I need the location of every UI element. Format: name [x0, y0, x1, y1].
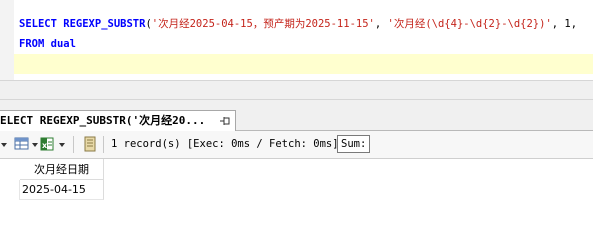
grid-view-dropdown-icon[interactable] — [31, 136, 39, 152]
record-status: 1 record(s) [Exec: 0ms / Fetch: 0ms] — [111, 138, 339, 150]
function-name: REGEXP_SUBSTR — [63, 18, 146, 30]
toolbar-separator — [103, 136, 104, 153]
pin-icon[interactable] — [219, 116, 231, 126]
string-literal-source: '次月经2025-04-15，预产期为2025-11-15' — [151, 18, 375, 30]
export-dropdown-icon[interactable] — [58, 136, 66, 152]
keyword-from: FROM — [19, 38, 45, 50]
svg-text:x: x — [42, 141, 48, 150]
editor-line-2[interactable]: FROM dual — [19, 34, 76, 54]
sql-editor[interactable]: SELECT REGEXP_SUBSTR('次月经2025-04-15，预产期为… — [0, 0, 593, 80]
string-literal-pattern: '次月经(\d{4}-\d{2}-\d{2})' — [387, 18, 552, 30]
result-tab-label: ELECT REGEXP_SUBSTR('次月经20... — [0, 114, 206, 127]
transaction-icon[interactable] — [82, 136, 98, 152]
toolbar-separator — [73, 136, 74, 153]
keyword-select: SELECT — [19, 18, 57, 30]
comma: , — [374, 18, 388, 30]
export-excel-icon[interactable]: x — [40, 136, 56, 152]
row-indicator[interactable] — [0, 180, 20, 200]
grid-view-icon[interactable] — [14, 136, 30, 152]
dropdown-arrow-icon[interactable] — [0, 136, 8, 152]
result-grid: 次月经日期 2025-04-15 — [0, 159, 593, 226]
result-tabbar: ELECT REGEXP_SUBSTR('次月经20... — [0, 100, 593, 131]
result-toolbar: x 1 record(s) [Exec: 0ms / Fetch: 0ms] S… — [0, 131, 593, 159]
editor-current-line[interactable] — [14, 54, 593, 74]
editor-gutter — [0, 0, 14, 80]
result-tab[interactable]: ELECT REGEXP_SUBSTR('次月经20... — [0, 110, 236, 131]
splitter[interactable] — [0, 80, 593, 100]
args-tail: , 1, — [551, 18, 578, 30]
table-name: dual — [50, 38, 76, 50]
column-header[interactable]: 次月经日期 — [20, 159, 104, 180]
editor-line-1[interactable]: SELECT REGEXP_SUBSTR('次月经2025-04-15，预产期为… — [19, 14, 577, 34]
table-cell[interactable]: 2025-04-15 — [20, 180, 104, 200]
sum-box[interactable]: Sum: — [337, 135, 370, 153]
